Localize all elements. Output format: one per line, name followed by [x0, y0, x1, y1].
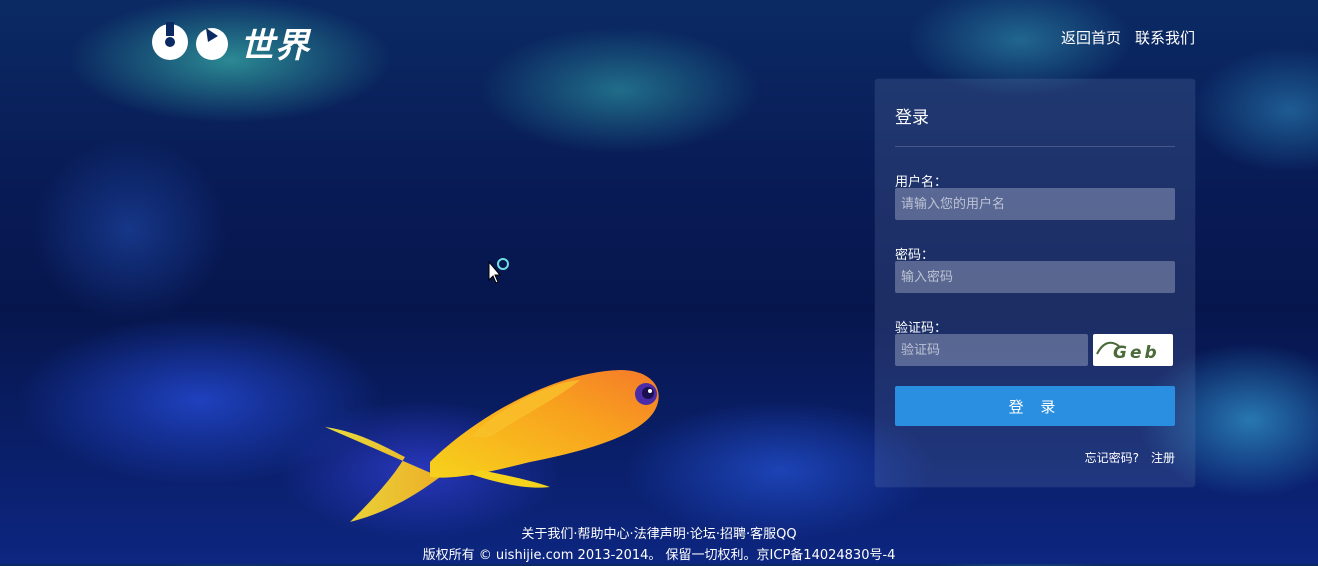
panel-links: 忘记密码? 注册 — [1085, 449, 1175, 466]
login-button[interactable]: 登 录 — [895, 386, 1175, 426]
footer-link-jobs[interactable]: 招聘 — [720, 527, 746, 542]
login-panel: 登录 用户名： 密码： 验证码： Geb 登 录 忘记密码? 注册 — [875, 79, 1195, 487]
captcha-text: Geb — [1113, 343, 1160, 363]
ui-logo-icon — [152, 22, 228, 60]
captcha-input[interactable] — [895, 334, 1088, 366]
footer-link-help[interactable]: 帮助中心 — [578, 527, 630, 542]
username-input[interactable] — [895, 188, 1175, 220]
fish-illustration — [325, 370, 659, 522]
footer-link-legal[interactable]: 法律声明 — [634, 527, 686, 542]
captcha-image[interactable]: Geb — [1093, 334, 1173, 366]
login-title: 登录 — [895, 108, 929, 128]
forgot-password-link[interactable]: 忘记密码? — [1085, 449, 1139, 466]
logo-text: 世界 — [240, 25, 310, 66]
contact-link[interactable]: 联系我们 — [1135, 27, 1195, 48]
footer-link-forum[interactable]: 论坛 — [690, 527, 716, 542]
footer: 关于我们·帮助中心·法律声明·论坛·招聘·客服QQ 版权所有 © uishiji… — [0, 524, 1318, 566]
top-nav: 返回首页 联系我们 — [1061, 27, 1195, 48]
password-input[interactable] — [895, 261, 1175, 293]
busy-cursor-icon — [488, 258, 509, 284]
copyright-text: 版权所有 © uishijie.com 2013-2014。 保留一切权利。京I… — [422, 548, 896, 563]
footer-link-about[interactable]: 关于我们 — [521, 527, 573, 542]
register-link[interactable]: 注册 — [1151, 449, 1175, 466]
home-link[interactable]: 返回首页 — [1061, 27, 1121, 48]
footer-link-qq[interactable]: 客服QQ — [750, 527, 796, 542]
site-logo[interactable]: 世界 — [150, 20, 310, 66]
panel-divider — [895, 146, 1175, 147]
footer-links: 关于我们·帮助中心·法律声明·论坛·招聘·客服QQ — [0, 524, 1318, 545]
